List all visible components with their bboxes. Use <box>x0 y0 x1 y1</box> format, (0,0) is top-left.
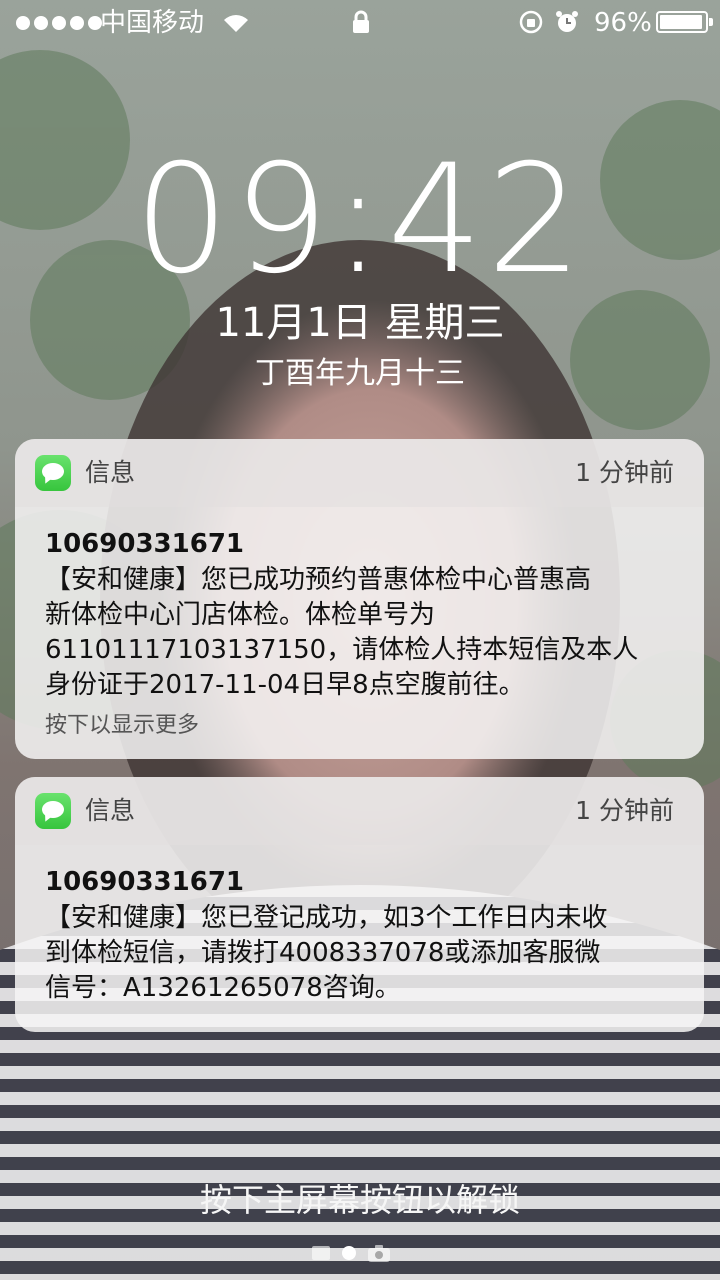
status-bar: 中国移动 96% <box>0 0 720 48</box>
notification-card[interactable]: 信息 1 分钟前 10690331671 【安和健康】您已登记成功，如3个工作日… <box>15 777 704 1032</box>
notification-time: 1 分钟前 <box>575 796 674 825</box>
show-more-hint: 按下以显示更多 <box>45 713 200 738</box>
lock-screen-date: 11月1日 星期三 <box>215 300 505 346</box>
notification-header: 信息 1 分钟前 <box>15 777 704 845</box>
carrier-name: 中国移动 <box>100 8 205 38</box>
notification-sender: 10690331671 <box>45 867 244 897</box>
notification-body: 10690331671 【安和健康】您已登记成功，如3个工作日内未收 到体检短信… <box>15 845 704 1032</box>
messages-app-icon <box>35 455 71 491</box>
messages-app-icon <box>35 793 71 829</box>
rotation-lock-icon <box>519 10 543 34</box>
battery-percentage: 96% <box>594 8 652 38</box>
notification-message: 【安和健康】您已登记成功，如3个工作日内未收 到体检短信，请拨打40083370… <box>45 903 608 1003</box>
lock-screen-time: 09:42 <box>133 133 587 307</box>
wifi-icon <box>224 15 248 32</box>
notification-message: 【安和健康】您已成功预约普惠体检中心普惠高 新体检中心门店体检。体检单号为 61… <box>45 565 639 700</box>
alarm-clock-icon <box>556 11 578 32</box>
signal-strength-icon <box>16 16 102 30</box>
camera-icon[interactable] <box>368 1244 390 1262</box>
lock-icon <box>353 10 369 33</box>
notification-sender: 10690331671 <box>45 529 244 559</box>
notification-card[interactable]: 信息 1 分钟前 10690331671 【安和健康】您已成功预约普惠体检中心普… <box>15 439 704 759</box>
notification-body: 10690331671 【安和健康】您已成功预约普惠体检中心普惠高 新体检中心门… <box>15 507 704 759</box>
notification-header: 信息 1 分钟前 <box>15 439 704 507</box>
notification-center-icon[interactable] <box>312 1246 330 1260</box>
battery-level-fill <box>660 15 702 29</box>
lunar-date: 丁酉年九月十三 <box>255 356 465 391</box>
notification-app-name: 信息 <box>85 796 136 825</box>
battery-tip <box>709 18 713 26</box>
unlock-hint: 按下主屏幕按钮以解锁 <box>199 1181 520 1219</box>
page-dot-current <box>342 1246 356 1260</box>
notification-time: 1 分钟前 <box>575 458 674 487</box>
notification-app-name: 信息 <box>85 458 136 487</box>
page-indicator[interactable] <box>312 1244 390 1262</box>
battery-icon <box>656 11 708 33</box>
